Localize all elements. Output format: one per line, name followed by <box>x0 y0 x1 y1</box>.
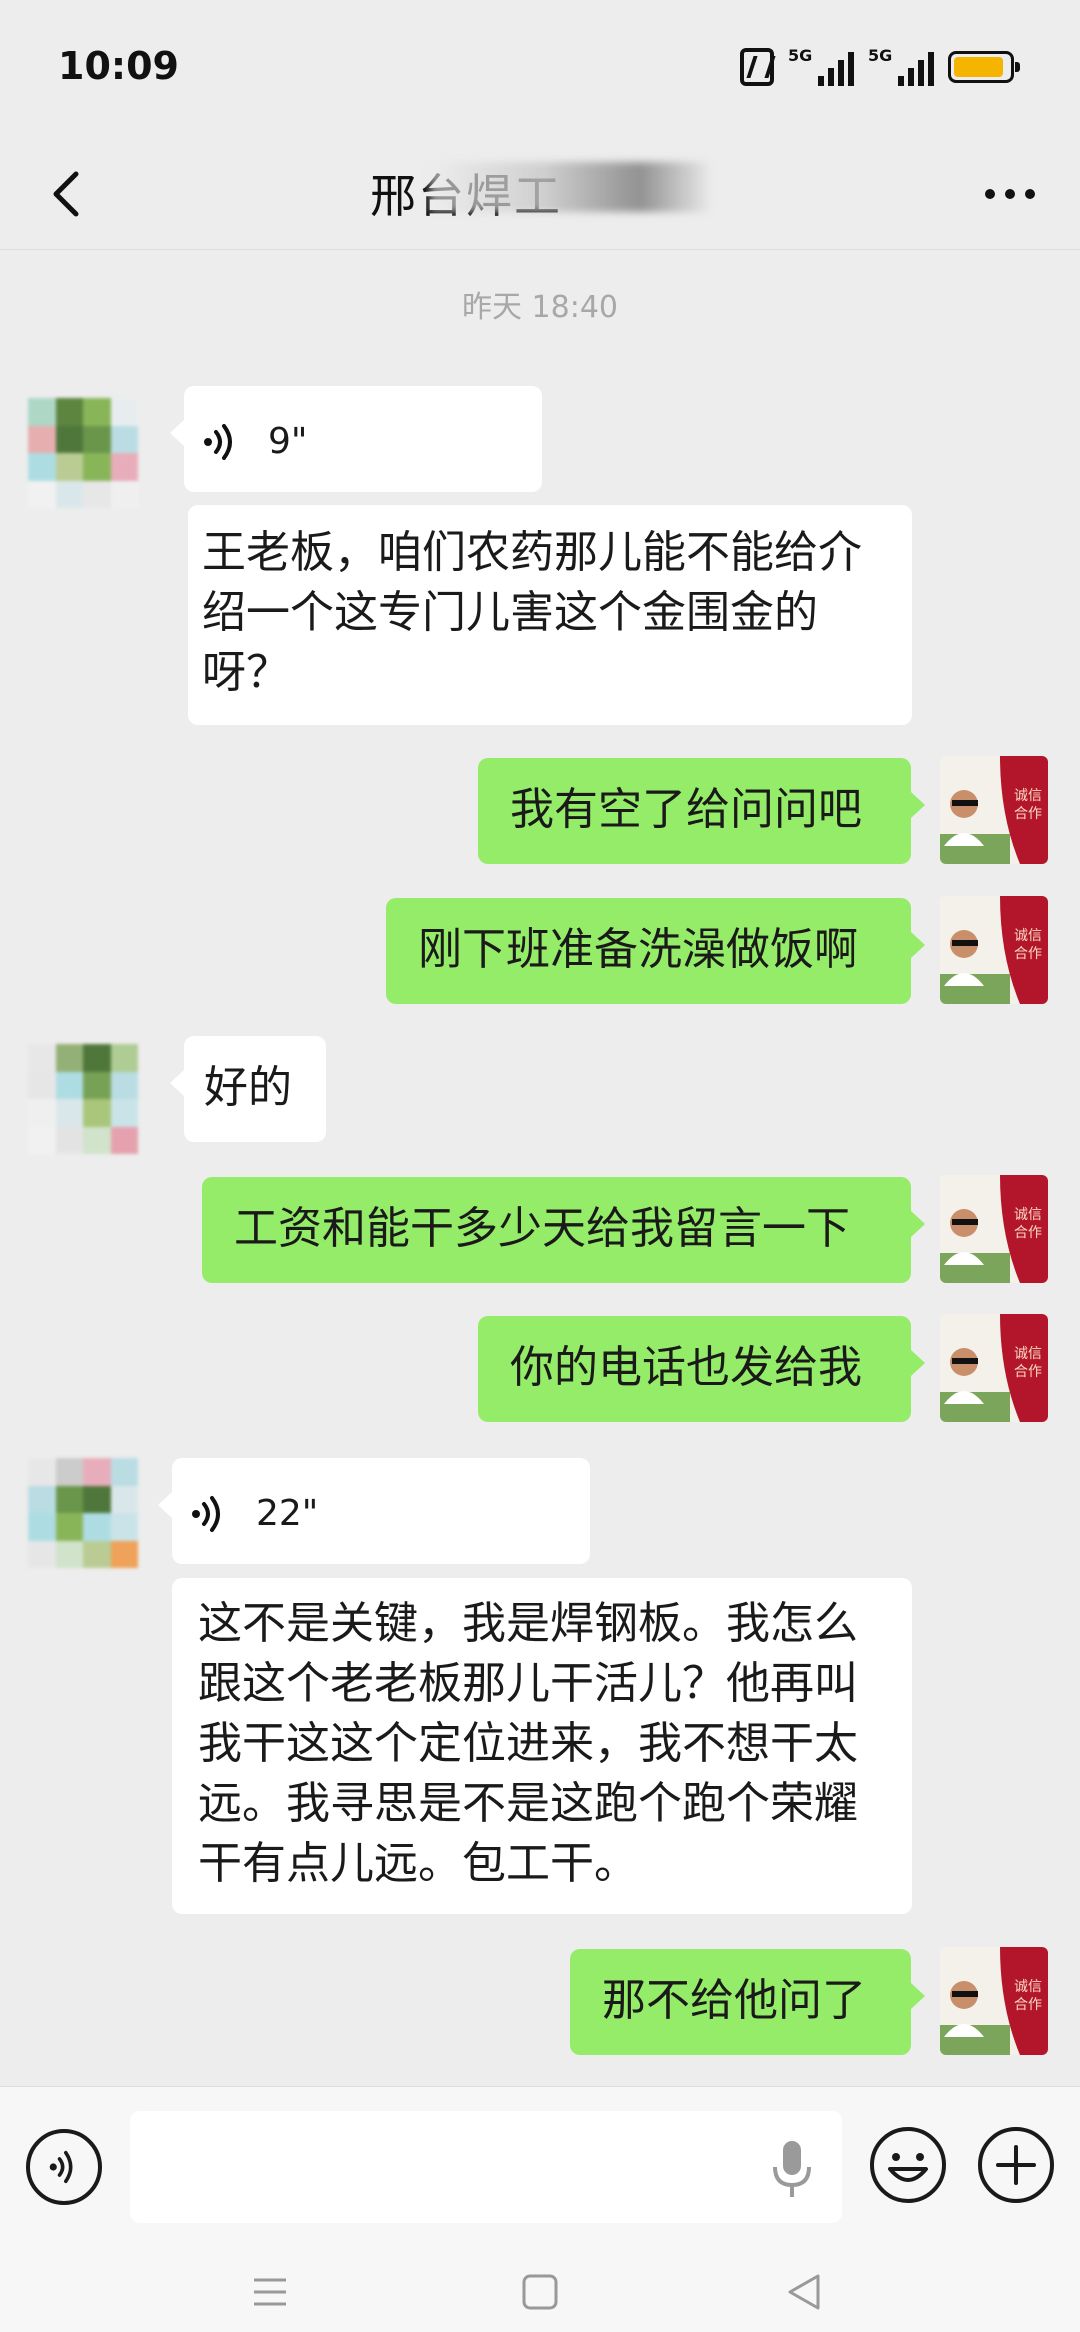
my-avatar[interactable]: 诚信 合作 <box>940 756 1048 864</box>
message-timestamp: 昨天 18:40 <box>462 290 618 325</box>
menu-icon[interactable] <box>250 2272 290 2312</box>
input-bar <box>0 2086 1080 2242</box>
avatar-text: 诚信 <box>1014 788 1042 804</box>
svg-text:合作: 合作 <box>1014 946 1042 962</box>
svg-text:诚信: 诚信 <box>1014 1979 1042 1995</box>
my-avatar[interactable]: 诚信 合作 <box>940 1314 1048 1422</box>
message-text: 这不是关键，我是焊钢板。我怎么跟这个老老板那儿干活儿？他再叫我干这这个定位进来，… <box>198 1598 858 1889</box>
message-text: 工资和能干多少天给我留言一下 <box>234 1203 850 1254</box>
voice-icon <box>204 424 232 460</box>
my-avatar[interactable]: 诚信 合作 <box>940 1947 1048 2055</box>
message-text: 你的电话也发给我 <box>510 1342 862 1393</box>
svg-text:合作: 合作 <box>1014 806 1042 822</box>
message-text: 好的 <box>204 1062 292 1113</box>
signal-icon: 5G <box>788 46 854 86</box>
message-text: 那不给他问了 <box>602 1975 866 2026</box>
plus-icon[interactable] <box>976 2125 1056 2205</box>
more-icon[interactable] <box>980 174 1040 214</box>
text-message-bubble[interactable]: 好的 <box>170 1036 326 1142</box>
system-nav-bar <box>0 2242 1080 2332</box>
signal-label-2: 5G <box>868 46 893 65</box>
signal-icon-2: 5G <box>868 46 934 86</box>
contact-avatar[interactable] <box>28 1458 138 1568</box>
battery-fill <box>954 57 1003 77</box>
svg-text:诚信: 诚信 <box>1014 1207 1042 1223</box>
my-avatar[interactable]: 诚信 合作 <box>940 1175 1048 1283</box>
my-message-bubble[interactable]: 你的电话也发给我 <box>478 1316 925 1422</box>
emoji-icon[interactable] <box>868 2125 948 2205</box>
voice-message-bubble[interactable]: 22" <box>158 1458 590 1564</box>
text-message-bubble[interactable]: 这不是关键，我是焊钢板。我怎么跟这个老老板那儿干活儿？他再叫我干这这个定位进来，… <box>172 1578 912 1914</box>
signal-label: 5G <box>788 46 813 65</box>
chat-header: 邢台焊工 <box>0 140 1080 250</box>
my-avatar[interactable]: 诚信 合作 <box>940 896 1048 1004</box>
voice-duration: 22" <box>256 1493 319 1534</box>
contact-avatar[interactable] <box>28 398 138 508</box>
voice-icon <box>192 1496 220 1532</box>
svg-text:合作: 合作 <box>1014 1364 1042 1380</box>
title-redaction <box>430 162 710 212</box>
message-text: 王老板，咱们农药那儿能不能给介绍一个这专门儿害这个金围金的呀？ <box>202 527 862 698</box>
status-time: 10:09 <box>58 44 179 88</box>
my-message-bubble[interactable]: 我有空了给问问吧 <box>478 758 925 864</box>
message-text: 刚下班准备洗澡做饭啊 <box>418 924 858 975</box>
my-message-bubble[interactable]: 工资和能干多少天给我留言一下 <box>202 1177 925 1283</box>
back-triangle-icon[interactable] <box>784 2272 824 2312</box>
message-input[interactable] <box>130 2111 842 2223</box>
back-icon[interactable] <box>40 166 96 222</box>
text-message-bubble[interactable]: 王老板，咱们农药那儿能不能给介绍一个这专门儿害这个金围金的呀？ <box>188 505 912 725</box>
battery-icon <box>948 51 1020 83</box>
my-message-bubble[interactable]: 那不给他问了 <box>570 1949 925 2055</box>
svg-text:诚信: 诚信 <box>1014 928 1042 944</box>
svg-text:诚信: 诚信 <box>1014 1346 1042 1362</box>
voice-mode-button[interactable] <box>26 2129 102 2205</box>
voice-message-bubble[interactable]: 9" <box>170 386 542 492</box>
status-bar: 10:09 5G 5G <box>0 0 1080 140</box>
nfc-icon <box>740 48 774 86</box>
svg-text:合作: 合作 <box>1014 1225 1042 1241</box>
home-icon[interactable] <box>520 2272 560 2312</box>
my-message-bubble[interactable]: 刚下班准备洗澡做饭啊 <box>386 898 925 1004</box>
status-icons: 5G 5G <box>740 46 1020 86</box>
contact-avatar[interactable] <box>28 1044 138 1154</box>
svg-text:合作: 合作 <box>1014 1997 1042 2013</box>
message-text: 我有空了给问问吧 <box>510 784 862 835</box>
voice-duration: 9" <box>268 421 308 462</box>
microphone-icon[interactable] <box>770 2139 814 2199</box>
